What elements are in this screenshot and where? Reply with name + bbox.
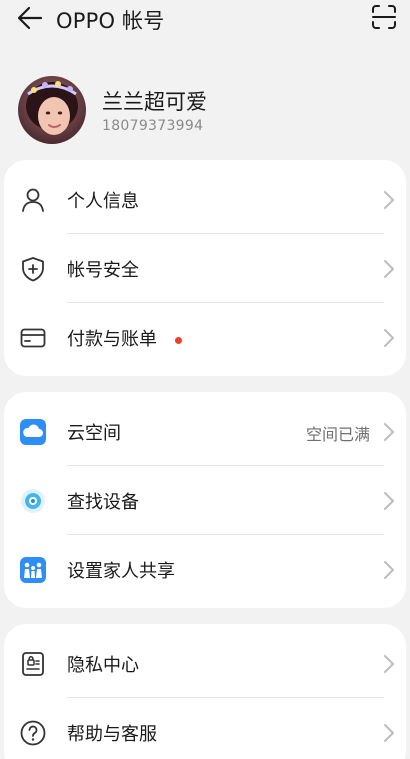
help-icon [19, 719, 47, 747]
menu-label: 隐私中心 [67, 655, 139, 676]
family-icon [19, 556, 47, 584]
card-icon [19, 324, 47, 352]
chevron-right-icon [383, 491, 395, 511]
menu-item-payment-billing[interactable]: 付款与账单 [4, 303, 406, 372]
menu-label: 帐号安全 [67, 260, 139, 281]
profile-name[interactable]: 兰兰超可爱 [102, 86, 207, 116]
account-page: OPPO 帐号 兰兰超可爱 18079373994 个人信息 帐号安全 付款与账… [0, 0, 410, 759]
chevron-right-icon [383, 654, 395, 674]
menu-label: 云空间 [67, 423, 121, 444]
notification-dot [175, 337, 182, 344]
menu-label: 设置家人共享 [67, 561, 175, 582]
services-card: 云空间 空间已满 查找设备 设置家人共享 [4, 392, 406, 608]
support-card: 隐私中心 帮助与客服 [4, 624, 406, 759]
cloud-storage-status: 空间已满 [305, 425, 370, 444]
chevron-right-icon [383, 328, 395, 348]
menu-item-account-security[interactable]: 帐号安全 [4, 234, 406, 303]
menu-item-find-device[interactable]: 查找设备 [4, 466, 406, 535]
top-bar: OPPO 帐号 [0, 0, 410, 40]
scan-icon[interactable] [370, 3, 398, 31]
page-title: OPPO 帐号 [56, 9, 165, 33]
menu-label: 付款与账单 [67, 329, 157, 350]
menu-item-help-support[interactable]: 帮助与客服 [4, 698, 406, 759]
chevron-right-icon [383, 422, 395, 442]
profile-phone: 18079373994 [102, 118, 204, 134]
menu-item-privacy-center[interactable]: 隐私中心 [4, 629, 406, 698]
back-arrow-icon[interactable] [16, 4, 44, 32]
menu-item-personal-info[interactable]: 个人信息 [4, 165, 406, 234]
menu-item-cloud[interactable]: 云空间 空间已满 [4, 397, 406, 466]
chevron-right-icon [383, 190, 395, 210]
chevron-right-icon [383, 560, 395, 580]
cloud-icon [19, 418, 47, 446]
avatar[interactable] [18, 76, 86, 144]
privacy-icon [19, 650, 47, 678]
menu-label: 个人信息 [67, 191, 139, 212]
person-icon [19, 186, 47, 214]
account-settings-card: 个人信息 帐号安全 付款与账单 [4, 160, 406, 376]
find-device-icon [19, 487, 47, 515]
menu-item-family-sharing[interactable]: 设置家人共享 [4, 535, 406, 604]
shield-plus-icon [19, 255, 47, 283]
menu-label: 帮助与客服 [67, 724, 157, 745]
chevron-right-icon [383, 259, 395, 279]
chevron-right-icon [383, 723, 395, 743]
menu-label: 查找设备 [67, 492, 139, 513]
